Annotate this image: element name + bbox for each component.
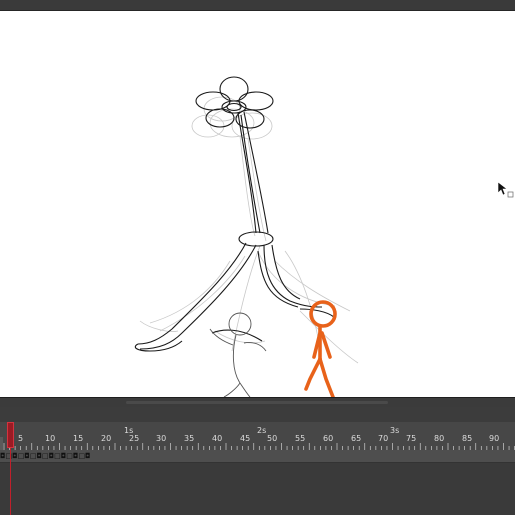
frame-number: 50 (267, 434, 278, 443)
sketch-character (209, 312, 267, 397)
frame-number: 35 (184, 434, 195, 443)
playhead-line (10, 448, 11, 515)
app-top-bar (0, 0, 515, 11)
frame-number: 40 (212, 434, 223, 443)
playhead-handle[interactable] (7, 422, 14, 448)
stage-drawing (134, 76, 359, 397)
seconds-label-2: 2s (257, 426, 267, 435)
frame-number: 85 (462, 434, 473, 443)
layer-row[interactable]: ◘□◘□◘□◘□◘□◘□◘□◘ (0, 450, 515, 463)
flower-walker-drawing (134, 76, 335, 352)
frame-number: 75 (406, 434, 417, 443)
frame-number: 5 (18, 434, 24, 443)
frame-number: 25 (129, 434, 140, 443)
keyframe-strip[interactable]: ◘□◘□◘□◘□◘□◘□◘□◘ (0, 450, 91, 462)
frame-number: 15 (73, 434, 84, 443)
frame-number: 80 (434, 434, 445, 443)
ruler-ticks (3, 443, 515, 450)
frame-number: 45 (240, 434, 251, 443)
seconds-label-3: 3s (390, 426, 400, 435)
arrow-cursor-icon (497, 181, 515, 199)
orange-stick-figure (304, 300, 337, 397)
frame-number: 70 (378, 434, 389, 443)
frame-number: 10 (45, 434, 56, 443)
frame-number: 30 (156, 434, 167, 443)
frame-ruler[interactable]: 1s 2s 3s 5 10 15 20 25 30 35 40 45 50 55… (0, 422, 515, 465)
frame-number: 90 (489, 434, 500, 443)
frame-number: 55 (295, 434, 306, 443)
stage-canvas[interactable] (0, 11, 515, 397)
frame-number: 20 (101, 434, 112, 443)
frame-number: 60 (323, 434, 334, 443)
timeline-empty-area[interactable] (0, 463, 515, 515)
divider-grip[interactable] (126, 401, 388, 404)
frame-number: 65 (351, 434, 362, 443)
timeline-panel: 1s 2s 3s 5 10 15 20 25 30 35 40 45 50 55… (0, 407, 515, 515)
